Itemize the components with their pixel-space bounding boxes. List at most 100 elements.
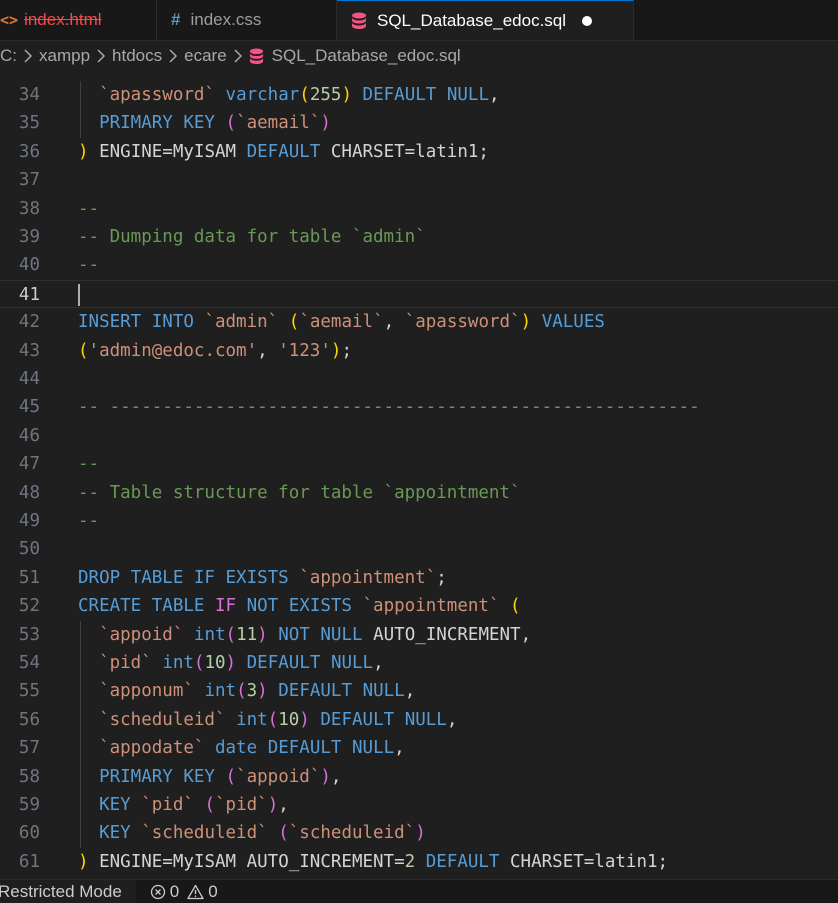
restricted-mode-indicator[interactable]: Restricted Mode [0,880,136,903]
code-token: ) [415,823,426,844]
line-number: 50 [18,539,40,560]
code-token: `aemail` [299,312,384,333]
code-editor[interactable]: 34 `apassword` varchar(255) DEFAULT NULL… [0,71,838,879]
line-number: 44 [18,369,40,389]
code-line[interactable]: 52 CREATE TABLE IF NOT EXISTS `appointmen… [0,592,838,620]
code-token: NULL [446,85,490,105]
code-line[interactable]: 60 KEY `scheduleid` (`scheduleid`) [0,819,838,847]
breadcrumb-htdocs[interactable]: htdocs [112,46,162,66]
code-text: `appoid` int(11) NOT NULL AUTO_INCREMENT… [78,621,531,649]
code-line[interactable]: 57 `appodate` date DEFAULT NULL, [0,734,838,762]
line-number: 39 [18,227,40,247]
code-token: DEFAULT [278,681,353,702]
code-token: `scheduleid` [99,709,226,730]
code-line[interactable]: 44 [0,365,838,393]
code-text: -- [78,450,99,478]
code-token: PRIMARY KEY [99,766,215,787]
chevron-right-icon [233,49,243,63]
code-line[interactable]: 49 -- [0,507,838,535]
code-line[interactable]: 36 ) ENGINE=MyISAM DEFAULT CHARSET=latin1… [0,138,838,166]
unsaved-dot-icon[interactable] [582,15,593,26]
breadcrumb-file[interactable]: SQL_Database_edoc.sql [272,46,461,66]
code-token: int [162,653,194,673]
vscode-window: <> index.html # index.css SQL_Database_e… [0,0,838,903]
tab-index-css[interactable]: # index.css [157,0,337,40]
problems-indicator[interactable]: 0 0 [150,882,226,902]
code-token: 255 [309,85,342,105]
code-line[interactable]: 46 [0,422,838,450]
code-text: `apassword` varchar(255) DEFAULT NULL, [78,81,499,109]
code-line[interactable]: 43 ('admin@edoc.com', '123'); [0,337,838,365]
line-number: 56 [18,709,40,730]
code-text: -- [78,195,99,223]
tab-index-html[interactable]: <> index.html [0,0,157,40]
code-text: -- [78,507,99,535]
code-text: ) ENGINE=MyISAM DEFAULT CHARSET=latin1; [78,138,489,166]
code-token: date [214,738,258,759]
code-token: DROP TABLE IF EXISTS [78,567,289,588]
code-text: -- -------------------------------------… [78,393,700,421]
code-token: 10 [278,709,300,730]
code-token: ENGINE=MyISAM [88,141,247,162]
code-line[interactable]: 54 `pid` int(10) DEFAULT NULL, [0,649,838,677]
code-line[interactable]: 59 KEY `pid` (`pid`), [0,791,838,819]
line-number: 51 [18,567,40,588]
code-line[interactable]: 56 `scheduleid` int(10) DEFAULT NULL, [0,706,838,734]
code-line[interactable]: 58 PRIMARY KEY (`appoid`), [0,763,838,791]
breadcrumb: C: xampp htdocs ecare SQL_Database_edoc.… [0,41,838,71]
code-text: `scheduleid` int(10) DEFAULT NULL, [78,706,457,734]
code-text: -- [78,251,99,279]
code-line[interactable]: 51 DROP TABLE IF EXISTS `appointment`; [0,564,838,592]
code-line[interactable]: 48 -- Table structure for table `appointm… [0,479,838,507]
code-line[interactable]: 41 [0,279,838,309]
code-token: CHARSET=latin1; [499,851,669,872]
code-line[interactable]: 53 `appoid` int(11) NOT NULL AUTO_INCREM… [0,621,838,649]
code-text: ('admin@edoc.com', '123'); [78,337,352,365]
line-number: 40 [18,255,40,276]
code-line[interactable]: 55 `apponum` int(3) DEFAULT NULL, [0,677,838,705]
code-line[interactable]: 50 [0,535,838,563]
code-text: `pid` int(10) DEFAULT NULL, [78,649,384,677]
css-icon: # [171,10,181,29]
code-token: `apassword` [404,312,521,333]
code-line[interactable]: 40 -- [0,251,838,279]
code-token: -- [78,198,100,219]
code-text: PRIMARY KEY (`aemail`) [78,109,331,137]
code-token: ( [193,653,205,673]
line-number: 36 [18,141,40,162]
code-token: ( [288,312,300,333]
tab-sql-database-edoc[interactable]: SQL_Database_edoc.sql [337,0,634,40]
code-token: , [373,653,384,673]
code-line[interactable]: 61) ENGINE=MyISAM AUTO_INCREMENT=2 DEFAU… [0,848,838,876]
code-token: AUTO_INCREMENT, [362,624,532,645]
code-token: ) [320,766,331,787]
code-token: NOT NULL [278,624,363,645]
code-text: `apponum` int(3) DEFAULT NULL, [78,677,415,705]
code-line[interactable]: 37 [0,166,838,194]
code-text: INSERT INTO `admin` (`aemail`, `apasswor… [78,308,605,336]
code-line[interactable]: 47 -- [0,450,838,478]
breadcrumb-ecare[interactable]: ecare [184,46,227,66]
code-line[interactable]: 39 -- Dumping data for table `admin` [0,223,838,251]
breadcrumb-xampp[interactable]: xampp [39,46,90,66]
code-line[interactable]: 45 -- -----------------------------------… [0,393,838,421]
code-line[interactable]: 35 PRIMARY KEY (`aemail`) [0,109,838,137]
code-line[interactable]: 38 -- [0,195,838,223]
code-token: CHARSET=latin1; [320,141,489,162]
code-line[interactable]: 42 INSERT INTO `admin` (`aemail`, `apassw… [0,308,838,336]
breadcrumb-drive[interactable]: C: [0,46,17,66]
code-text: PRIMARY KEY (`appoid`), [78,763,341,791]
code-line[interactable]: 34 `apassword` varchar(255) DEFAULT NULL… [0,81,838,109]
